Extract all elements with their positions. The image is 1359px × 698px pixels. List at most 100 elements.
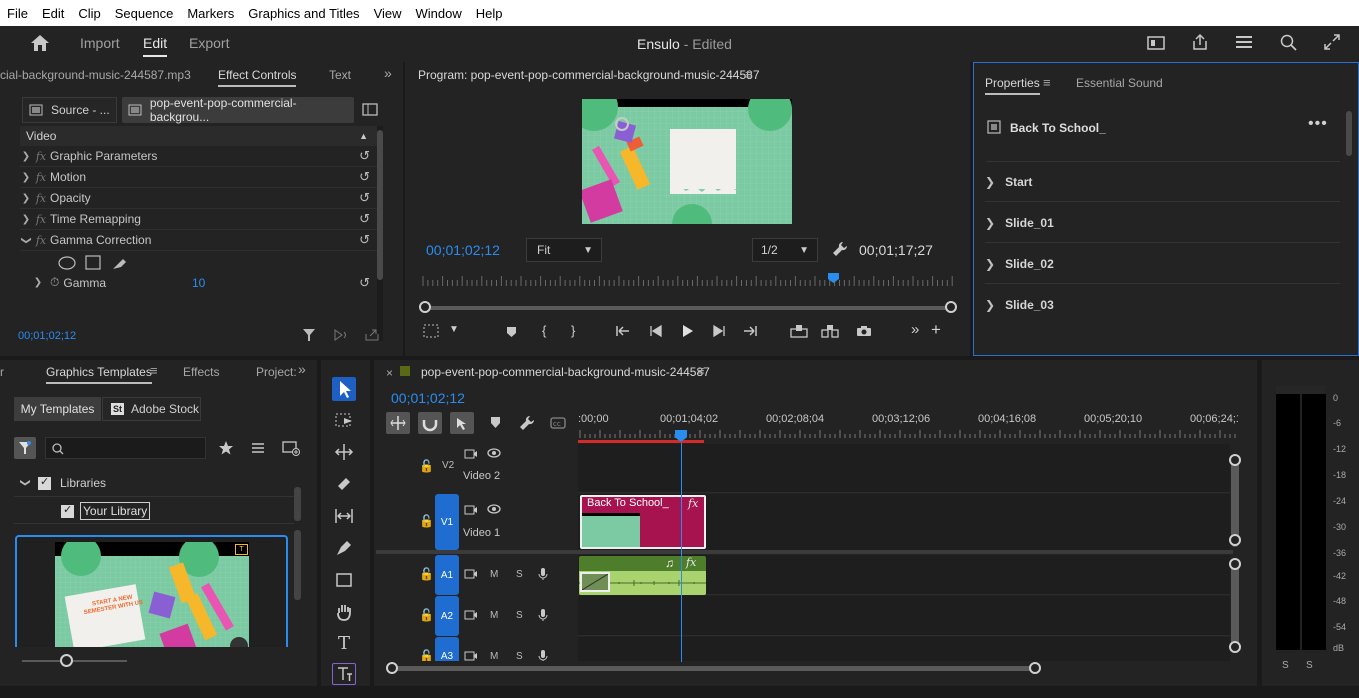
menu-clip[interactable]: Clip	[71, 6, 107, 21]
rectangle-mask-icon[interactable]	[85, 255, 101, 270]
track-target-a1[interactable]: A1	[435, 555, 459, 595]
expand-chevron-icon[interactable]: ❯	[20, 193, 32, 204]
menu-markers[interactable]: Markers	[180, 6, 241, 21]
expand-chevron-icon[interactable]: ❯	[20, 151, 32, 162]
timeline-zoom-bar[interactable]	[392, 666, 1038, 671]
effect-row-motion[interactable]: ❯ fx Motion ↺	[20, 167, 378, 188]
lift-icon[interactable]	[790, 324, 808, 338]
library-filter-icon[interactable]	[14, 437, 36, 459]
overflow-chevron-icon[interactable]: »	[384, 65, 392, 81]
overflow-chevron-icon[interactable]: »	[298, 361, 306, 377]
lane-v2[interactable]	[578, 444, 1230, 493]
tab-partial[interactable]: r	[0, 365, 4, 379]
mute-button[interactable]: M	[490, 610, 498, 621]
program-zoom-bar[interactable]	[425, 306, 951, 310]
thumbnail-size-handle[interactable]	[60, 654, 73, 667]
voiceover-mic-icon[interactable]	[538, 567, 548, 581]
your-library-checkbox[interactable]: ✓	[61, 504, 74, 518]
wrench-icon[interactable]	[832, 241, 848, 257]
clip-selector[interactable]: pop-event-pop-commercial-backgrou...	[122, 96, 354, 124]
expand-chevron-icon[interactable]: ❯	[20, 172, 32, 183]
sync-lock-icon[interactable]	[464, 568, 478, 580]
close-sequence-icon[interactable]: ×	[386, 366, 393, 380]
camera-icon[interactable]	[856, 325, 872, 337]
step-back-icon[interactable]	[650, 325, 664, 337]
menu-graphics-and-titles[interactable]: Graphics and Titles	[241, 6, 366, 21]
play-icon[interactable]	[682, 324, 694, 338]
type-tool-icon[interactable]: T	[332, 632, 356, 656]
tab-graphics-templates[interactable]: Graphics Templates	[46, 365, 152, 384]
property-section-slide-02[interactable]: ❯ Slide_02	[985, 244, 1340, 284]
slip-tool-icon[interactable]	[332, 504, 356, 528]
properties-menu-icon[interactable]: ≡	[1043, 75, 1051, 90]
reset-icon[interactable]: ↺	[359, 148, 370, 164]
expand-chevron-icon[interactable]: ❯	[20, 214, 32, 225]
templates-scrollbar[interactable]	[294, 530, 301, 600]
reset-icon[interactable]: ↺	[359, 232, 370, 248]
tab-project[interactable]: Project:	[256, 365, 297, 379]
program-menu-icon[interactable]: ≡	[745, 67, 753, 82]
share-icon[interactable]	[1191, 33, 1209, 51]
timeline-wrench-icon[interactable]	[519, 415, 535, 431]
audio-tracks-scrollbar[interactable]	[1231, 560, 1239, 652]
resolution-dropdown[interactable]: 1/2 ▼	[752, 238, 818, 262]
effect-row-opacity[interactable]: ❯ fx Opacity ↺	[20, 188, 378, 209]
audio-scroll-handle-bottom[interactable]	[1229, 641, 1241, 653]
meter-solo-right[interactable]: S	[1306, 660, 1313, 671]
zoom-handle-left[interactable]	[419, 301, 431, 313]
mute-button[interactable]: M	[490, 651, 498, 661]
reset-icon[interactable]: ↺	[359, 211, 370, 227]
sequence-name[interactable]: pop-event-pop-commercial-background-musi…	[421, 365, 710, 379]
ec-timecode[interactable]: 00;01;02;12	[18, 330, 76, 342]
tab-properties[interactable]: Properties	[985, 76, 1040, 95]
program-mini-ruler[interactable]	[418, 274, 956, 288]
tab-text[interactable]: Text	[329, 68, 351, 82]
sync-lock-icon[interactable]	[464, 650, 478, 661]
razor-tool-icon[interactable]	[332, 472, 356, 496]
program-current-timecode[interactable]: 00;01;02;12	[426, 242, 500, 258]
go-to-out-icon[interactable]	[743, 325, 757, 337]
tab-effect-controls[interactable]: Effect Controls	[218, 68, 297, 87]
lane-a3[interactable]	[578, 637, 1230, 661]
voiceover-mic-icon[interactable]	[538, 608, 548, 622]
hand-tool-icon[interactable]	[332, 600, 356, 624]
timeline-marker-icon[interactable]	[490, 416, 501, 429]
add-marker-icon[interactable]	[506, 326, 517, 338]
ellipse-mask-icon[interactable]	[58, 256, 76, 270]
collapse-chevron-icon[interactable]: ❯	[21, 234, 32, 246]
properties-scrollbar[interactable]	[1346, 111, 1352, 156]
pen-mask-icon[interactable]	[113, 259, 126, 269]
step-forward-icon[interactable]	[711, 325, 725, 337]
property-section-slide-01[interactable]: ❯ Slide_01	[985, 203, 1340, 243]
video-section-header[interactable]: Video ▲	[20, 126, 378, 146]
thumbnail-size-slider[interactable]	[22, 660, 127, 662]
go-to-in-icon[interactable]	[616, 325, 630, 337]
audio-clip[interactable]: ♫ fx	[579, 556, 706, 595]
effect-row-graphic-parameters[interactable]: ❯ fx Graphic Parameters ↺	[20, 146, 378, 167]
rectangle-tool-icon[interactable]	[332, 568, 356, 592]
tab-essential-sound[interactable]: Essential Sound	[1076, 76, 1163, 90]
video-audio-divider[interactable]	[376, 550, 1233, 554]
source-tab[interactable]: Source - ...	[22, 97, 117, 123]
menu-sequence[interactable]: Sequence	[108, 6, 181, 21]
library-scrollbar[interactable]	[294, 487, 301, 521]
solo-button[interactable]: S	[516, 651, 523, 661]
lock-icon[interactable]: 🔓	[419, 567, 434, 581]
stopwatch-icon[interactable]: ⏱	[50, 275, 59, 290]
track-target-v1[interactable]: V1	[435, 494, 459, 550]
home-icon[interactable]	[30, 34, 50, 52]
gt-menu-icon[interactable]: ≡	[150, 363, 158, 378]
solo-button[interactable]: S	[516, 610, 523, 621]
eye-icon[interactable]	[487, 504, 501, 514]
track-target-a2[interactable]: A2	[435, 596, 459, 636]
collapse-chevron-icon[interactable]: ❯	[20, 478, 31, 488]
libraries-row[interactable]: ❯ ✓ Libraries	[20, 476, 107, 491]
new-item-icon[interactable]	[282, 440, 300, 456]
lane-a2[interactable]	[578, 596, 1230, 636]
star-icon[interactable]	[218, 440, 234, 455]
audio-scroll-handle-top[interactable]	[1229, 558, 1241, 570]
queue-icon[interactable]	[1235, 34, 1253, 50]
fit-dropdown[interactable]: Fit ▼	[526, 238, 602, 262]
sync-lock-icon[interactable]	[464, 609, 478, 621]
property-section-start[interactable]: ❯ Start	[985, 162, 1340, 202]
